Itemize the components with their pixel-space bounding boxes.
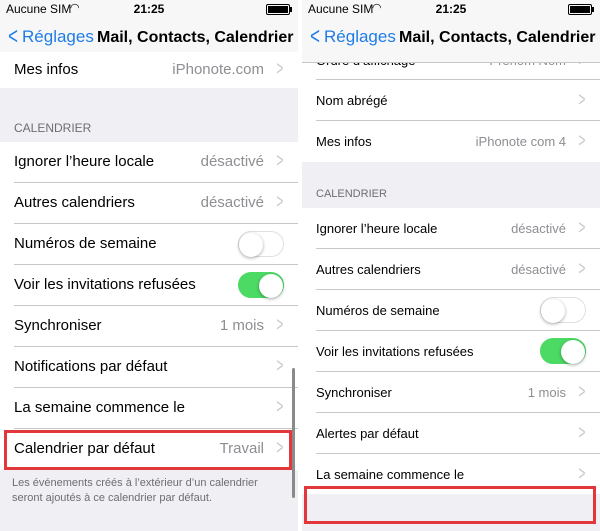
settings-row-numeros-semaine: Numéros de semaine bbox=[0, 224, 298, 265]
battery-icon bbox=[266, 4, 292, 15]
settings-row-synchroniser[interactable]: Synchroniser 1 mois > bbox=[302, 372, 600, 413]
settings-row-autres-calendriers[interactable]: Autres calendriers désactivé > bbox=[302, 249, 600, 290]
chevron-right-icon: > bbox=[276, 191, 284, 213]
row-label: La semaine commence le bbox=[14, 399, 185, 416]
row-label: Ignorer l’heure locale bbox=[14, 153, 155, 170]
row-value: 1 mois bbox=[527, 385, 566, 400]
chevron-right-icon: > bbox=[276, 396, 284, 418]
row-value: désactivé bbox=[511, 262, 566, 277]
row-label: Voir les invitations refusées bbox=[316, 344, 474, 359]
scrollbar[interactable] bbox=[292, 368, 295, 498]
chevron-right-icon: > bbox=[276, 150, 284, 172]
row-label: Numéros de semaine bbox=[316, 303, 440, 318]
settings-row-mes-infos[interactable]: Mes infos iPhonote.com > bbox=[0, 52, 298, 88]
settings-row-invitations-refusees: Voir les invitations refusées bbox=[0, 265, 298, 306]
declined-invitations-toggle[interactable] bbox=[238, 272, 284, 298]
back-button-label: Réglages bbox=[22, 27, 94, 46]
row-value: désactivé bbox=[200, 194, 264, 211]
chevron-right-icon: > bbox=[276, 58, 284, 80]
week-numbers-toggle[interactable] bbox=[238, 231, 284, 257]
back-button[interactable]: < Réglages bbox=[6, 23, 94, 50]
toggle-knob bbox=[259, 274, 283, 298]
settings-row-ignorer-heure-locale[interactable]: Ignorer l’heure locale désactivé > bbox=[0, 142, 298, 183]
row-label: Mes infos bbox=[14, 61, 79, 78]
status-bar: Aucune SIM ◠ 21:25 bbox=[0, 0, 298, 18]
toggle-knob bbox=[239, 233, 263, 257]
toggle-knob bbox=[541, 299, 565, 323]
settings-row-invitations-refusees: Voir les invitations refusées bbox=[302, 331, 600, 372]
chevron-right-icon: > bbox=[578, 89, 586, 111]
settings-row-mes-infos[interactable]: Mes infos iPhonote com 4 > bbox=[302, 121, 600, 162]
chevron-right-icon: > bbox=[578, 463, 586, 485]
row-label: Numéros de semaine bbox=[14, 235, 157, 252]
settings-row-synchroniser[interactable]: Synchroniser 1 mois > bbox=[0, 306, 298, 347]
status-time: 21:25 bbox=[435, 2, 467, 16]
row-label: Autres calendriers bbox=[316, 262, 421, 277]
left-screen: Aucune SIM ◠ 21:25 < Réglages Mail, Cont… bbox=[0, 0, 298, 531]
navigation-bar-overlay: < Réglages Mail, Contacts, Calendrier bbox=[302, 18, 600, 63]
chevron-left-icon: < bbox=[310, 23, 320, 50]
settings-row-semaine-commence[interactable]: La semaine commence le > bbox=[0, 388, 298, 429]
section-footnote: Les événements créés à l’extérieur d’un … bbox=[12, 477, 258, 504]
back-button-label: Réglages bbox=[324, 27, 396, 46]
chevron-right-icon: > bbox=[578, 258, 586, 280]
status-bar: Aucune SIM ◠ 21:25 bbox=[302, 0, 600, 18]
highlight-box-calendrier-defaut bbox=[4, 430, 292, 470]
back-button[interactable]: < Réglages bbox=[308, 23, 396, 50]
right-screen: Aucune SIM ◠ 21:25 < Réglages Mail, Cont… bbox=[302, 0, 600, 531]
row-label: Voir les invitations refusées bbox=[14, 276, 196, 293]
row-label: Autres calendriers bbox=[14, 194, 135, 211]
chevron-right-icon: > bbox=[578, 381, 586, 403]
settings-row-autres-calendriers[interactable]: Autres calendriers désactivé > bbox=[0, 183, 298, 224]
row-value: 1 mois bbox=[219, 317, 264, 334]
settings-row-notifications[interactable]: Notifications par défaut > bbox=[0, 347, 298, 388]
battery-icon bbox=[568, 4, 594, 15]
row-label: Mes infos bbox=[316, 134, 372, 149]
settings-row-nom-abrege[interactable]: Nom abrégé > bbox=[302, 80, 600, 121]
chevron-right-icon: > bbox=[276, 314, 284, 336]
chevron-right-icon: > bbox=[276, 355, 284, 377]
settings-row-alertes[interactable]: Alertes par défaut > bbox=[302, 413, 600, 454]
settings-row-ignorer-heure-locale[interactable]: Ignorer l’heure locale désactivé > bbox=[302, 208, 600, 249]
row-label: Synchroniser bbox=[316, 385, 392, 400]
row-label: La semaine commence le bbox=[316, 467, 465, 482]
declined-invitations-toggle[interactable] bbox=[540, 338, 586, 364]
highlight-box-missing-row bbox=[304, 486, 596, 524]
chevron-right-icon: > bbox=[578, 130, 586, 152]
row-value: désactivé bbox=[200, 153, 264, 170]
chevron-right-icon: > bbox=[578, 217, 586, 239]
section-header-calendrier: CALENDRIER bbox=[14, 121, 92, 135]
settings-row-numeros-semaine: Numéros de semaine bbox=[302, 290, 600, 331]
week-numbers-toggle[interactable] bbox=[540, 297, 586, 323]
row-label: Nom abrégé bbox=[316, 93, 388, 108]
section-header-calendrier: CALENDRIER bbox=[316, 188, 387, 200]
chevron-right-icon: > bbox=[578, 422, 586, 444]
row-label: Notifications par défaut bbox=[14, 358, 168, 375]
row-value: désactivé bbox=[511, 221, 566, 236]
row-value: iPhonote com 4 bbox=[475, 134, 566, 149]
row-label: Ignorer l’heure locale bbox=[316, 221, 438, 236]
status-time: 21:25 bbox=[133, 2, 165, 16]
page-title: Mail, Contacts, Calendrier bbox=[97, 29, 294, 46]
chevron-left-icon: < bbox=[8, 23, 18, 50]
toggle-knob bbox=[561, 340, 585, 364]
row-label: Synchroniser bbox=[14, 317, 102, 334]
row-label: Alertes par défaut bbox=[316, 426, 419, 441]
row-value: iPhonote.com bbox=[172, 61, 264, 78]
page-title: Mail, Contacts, Calendrier bbox=[399, 29, 596, 46]
